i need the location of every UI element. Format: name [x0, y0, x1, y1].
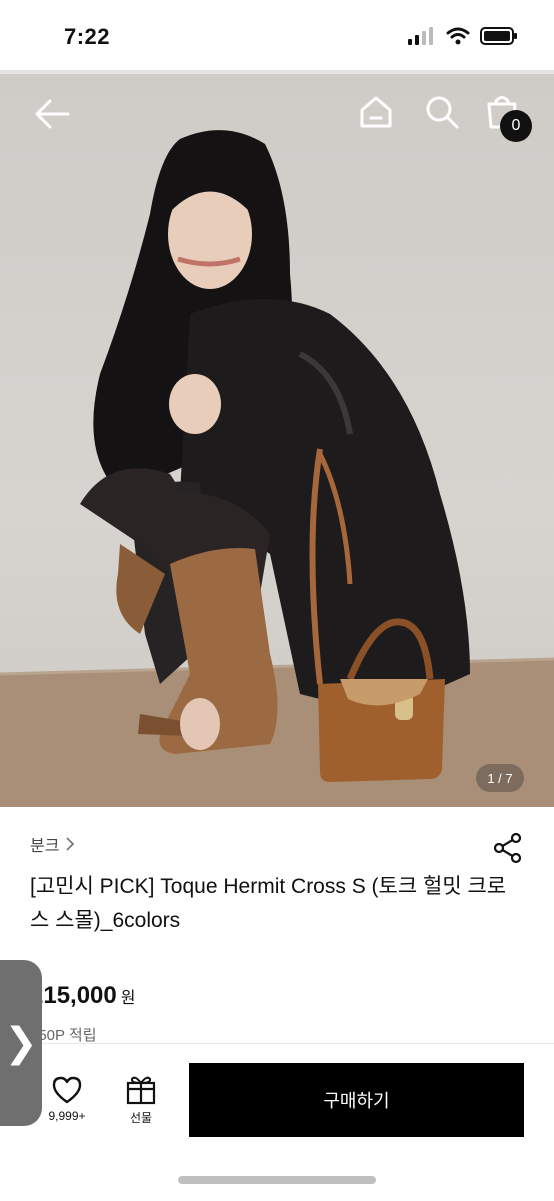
brand-name: 분크 — [30, 838, 60, 855]
search-icon — [426, 96, 459, 129]
status-time: 7:22 — [64, 24, 111, 49]
share-button[interactable] — [492, 832, 524, 864]
status-icons — [408, 27, 518, 45]
side-panel-toggle[interactable]: ❯ — [0, 960, 42, 1126]
battery-icon — [480, 27, 517, 45]
product-photo — [0, 130, 554, 807]
back-arrow-icon — [35, 99, 70, 129]
home-button[interactable] — [356, 92, 396, 132]
wifi-icon — [446, 27, 470, 45]
share-icon — [493, 832, 522, 864]
price-unit: 원 — [120, 990, 136, 1007]
like-count: 9,999+ — [48, 1109, 86, 1123]
signal-icon — [408, 27, 433, 45]
image-top-nav — [0, 74, 554, 154]
image-counter: 1 / 7 — [476, 764, 524, 792]
home-icon — [360, 96, 392, 128]
home-indicator — [178, 1176, 376, 1184]
price-value: 215,000 — [30, 982, 117, 1009]
chevron-right-icon — [66, 837, 75, 851]
brand-link[interactable]: 분크 — [30, 832, 75, 856]
gift-label: 선물 — [129, 1111, 153, 1125]
gift-icon — [126, 1076, 156, 1105]
heart-icon — [52, 1076, 82, 1104]
search-button[interactable] — [422, 92, 462, 132]
product-title: [고민시 PICK] Toque Hermit Cross S (토크 헐밋 크… — [30, 875, 507, 932]
status-bar: 7:22 — [0, 0, 554, 72]
buy-button[interactable]: 구매하기 — [189, 1063, 524, 1137]
back-button[interactable] — [32, 94, 72, 134]
product-image-carousel[interactable] — [0, 74, 554, 807]
like-button[interactable]: 9,999+ — [40, 1075, 94, 1123]
chevron-right-icon: ❯ — [4, 1021, 38, 1065]
product-price: 215,000 원 — [30, 982, 136, 1010]
cart-count-badge: 0 — [500, 110, 532, 142]
gift-button[interactable]: 선물 — [118, 1073, 164, 1126]
